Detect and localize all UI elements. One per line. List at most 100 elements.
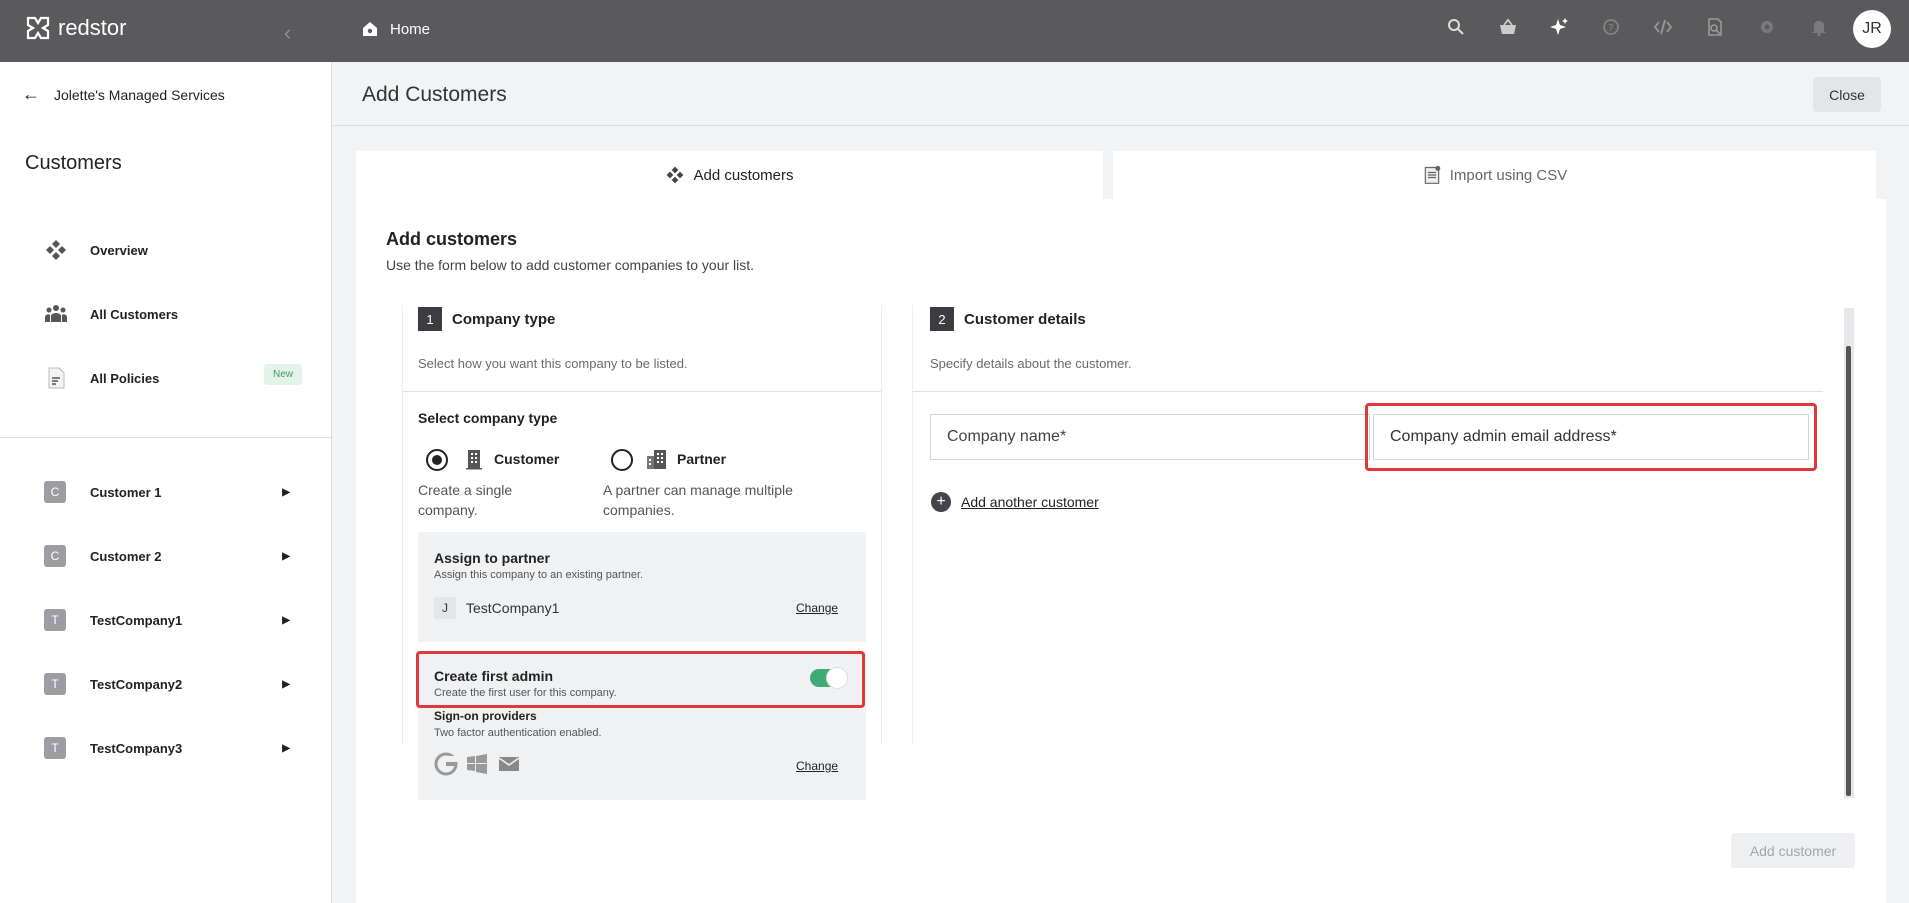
tab-label: Add customers bbox=[693, 166, 794, 184]
code-icon[interactable] bbox=[1650, 14, 1676, 40]
customer-label: TestCompany1 bbox=[90, 612, 183, 628]
page-header: Add Customers Close bbox=[333, 62, 1909, 126]
users-icon bbox=[45, 305, 67, 322]
home-icon bbox=[363, 22, 377, 36]
step-title: Customer details bbox=[964, 310, 1086, 328]
add-customer-button[interactable]: Add customer bbox=[1731, 833, 1855, 868]
change-partner-link[interactable]: Change bbox=[796, 601, 838, 615]
sidebar-item-all-customers[interactable]: All Customers bbox=[44, 302, 300, 326]
step-1-header: 1 Company type bbox=[418, 307, 555, 331]
tab-add-customers[interactable]: Add customers bbox=[356, 151, 1103, 199]
assign-partner-box bbox=[418, 532, 866, 642]
customer-label: TestCompany3 bbox=[90, 740, 183, 756]
logo[interactable]: redstor bbox=[24, 14, 126, 42]
option-customer-label[interactable]: Customer bbox=[494, 451, 559, 467]
sidebar-item-label: Overview bbox=[90, 242, 148, 258]
overview-icon bbox=[46, 240, 66, 260]
option-partner-desc: A partner can manage multiple companies. bbox=[603, 482, 793, 518]
radio-partner[interactable] bbox=[611, 449, 633, 471]
buildings-icon bbox=[647, 450, 666, 469]
sparkle-icon[interactable] bbox=[1546, 14, 1572, 40]
csv-icon bbox=[1424, 165, 1441, 184]
close-button[interactable]: Close bbox=[1813, 77, 1881, 112]
option-partner-label[interactable]: Partner bbox=[677, 451, 726, 467]
radio-customer[interactable] bbox=[426, 449, 448, 471]
overview-icon bbox=[667, 166, 684, 184]
customer-label: Customer 1 bbox=[90, 484, 162, 500]
company-name-input[interactable]: Company name* bbox=[930, 414, 1370, 460]
customer-avatar: T bbox=[44, 673, 66, 695]
google-icon bbox=[434, 752, 458, 776]
back-link[interactable]: ← Jolette's Managed Services bbox=[22, 84, 225, 105]
customer-label: Customer 2 bbox=[90, 548, 162, 564]
sidebar: ← Jolette's Managed Services Customers O… bbox=[0, 62, 332, 903]
caret-right-icon[interactable]: ▶ bbox=[282, 679, 290, 690]
svg-text:?: ? bbox=[1608, 23, 1613, 34]
assign-partner-desc: Assign this company to an existing partn… bbox=[434, 569, 644, 581]
caret-right-icon[interactable]: ▶ bbox=[282, 487, 290, 498]
select-company-type-label: Select company type bbox=[418, 410, 558, 426]
sso-desc: Two factor authentication enabled. bbox=[434, 727, 602, 739]
partner-name: TestCompany1 bbox=[466, 600, 560, 616]
tab-import-csv[interactable]: Import using CSV bbox=[1113, 151, 1876, 199]
search-icon[interactable] bbox=[1443, 14, 1469, 40]
arrow-left-icon: ← bbox=[22, 84, 40, 104]
sidebar-customer-item[interactable]: C Customer 1 ▶ bbox=[44, 481, 300, 503]
top-bar: redstor ‹ Home ? JR bbox=[0, 0, 1909, 62]
caret-right-icon[interactable]: ▶ bbox=[282, 615, 290, 626]
bell-icon[interactable] bbox=[1806, 14, 1832, 40]
section-heading: Add customers bbox=[386, 229, 518, 249]
basket-icon[interactable] bbox=[1495, 14, 1521, 40]
caret-right-icon[interactable]: ▶ bbox=[282, 743, 290, 754]
option-customer-desc: Create a single company. bbox=[418, 482, 513, 518]
section-subheading: Use the form below to add customer compa… bbox=[386, 257, 755, 273]
customer-avatar: C bbox=[44, 545, 66, 567]
add-another-label: Add another customer bbox=[961, 494, 1099, 510]
step-description: Specify details about the customer. bbox=[930, 356, 1132, 371]
sidebar-item-label: All Policies bbox=[90, 370, 160, 386]
breadcrumb-home[interactable]: Home bbox=[360, 19, 430, 39]
inspect-icon[interactable] bbox=[1702, 14, 1728, 40]
step-description: Select how you want this company to be l… bbox=[418, 356, 688, 371]
step-2-header: 2 Customer details bbox=[930, 307, 1086, 331]
scrollbar-thumb[interactable] bbox=[1846, 346, 1851, 796]
add-another-customer-link[interactable]: + Add another customer bbox=[931, 492, 1099, 512]
highlight-box bbox=[416, 651, 865, 708]
tab-label: Import using CSV bbox=[1449, 166, 1568, 184]
sso-title: Sign-on providers bbox=[434, 709, 537, 723]
sidebar-item-overview[interactable]: Overview bbox=[44, 238, 300, 262]
caret-right-icon[interactable]: ▶ bbox=[282, 551, 290, 562]
assign-partner-title: Assign to partner bbox=[434, 550, 550, 566]
sidebar-customer-item[interactable]: T TestCompany1 ▶ bbox=[44, 609, 300, 631]
document-icon bbox=[48, 367, 65, 389]
collapse-sidebar-icon[interactable]: ‹ bbox=[284, 20, 291, 46]
step-number: 2 bbox=[930, 307, 954, 331]
partner-avatar: J bbox=[434, 597, 456, 619]
gear-icon[interactable] bbox=[1754, 14, 1780, 40]
divider bbox=[913, 391, 1823, 392]
logo-text: redstor bbox=[58, 15, 127, 40]
redstor-logo-icon bbox=[26, 16, 50, 40]
building-icon bbox=[466, 450, 482, 470]
sidebar-customer-item[interactable]: C Customer 2 ▶ bbox=[44, 545, 300, 567]
customer-details-panel bbox=[912, 305, 1824, 745]
sidebar-item-all-policies[interactable]: All Policies New bbox=[44, 364, 303, 390]
sidebar-customer-item[interactable]: T TestCompany3 ▶ bbox=[44, 737, 300, 759]
sidebar-divider bbox=[0, 437, 332, 438]
sidebar-customer-item[interactable]: T TestCompany2 ▶ bbox=[44, 673, 300, 695]
change-sso-link[interactable]: Change bbox=[796, 759, 838, 773]
back-label: Jolette's Managed Services bbox=[54, 86, 225, 103]
step-title: Company type bbox=[452, 310, 556, 328]
divider bbox=[403, 391, 881, 392]
new-badge: New bbox=[264, 364, 303, 385]
page-title: Add Customers bbox=[362, 83, 507, 106]
home-label: Home bbox=[390, 20, 431, 38]
sidebar-item-label: All Customers bbox=[90, 306, 179, 322]
customer-label: TestCompany2 bbox=[90, 676, 183, 692]
customer-avatar: C bbox=[44, 481, 66, 503]
customer-avatar: T bbox=[44, 609, 66, 631]
help-icon[interactable]: ? bbox=[1598, 14, 1624, 40]
sidebar-title: Customers bbox=[25, 152, 122, 174]
avatar[interactable]: JR bbox=[1853, 10, 1891, 48]
customer-avatar: T bbox=[44, 737, 66, 759]
